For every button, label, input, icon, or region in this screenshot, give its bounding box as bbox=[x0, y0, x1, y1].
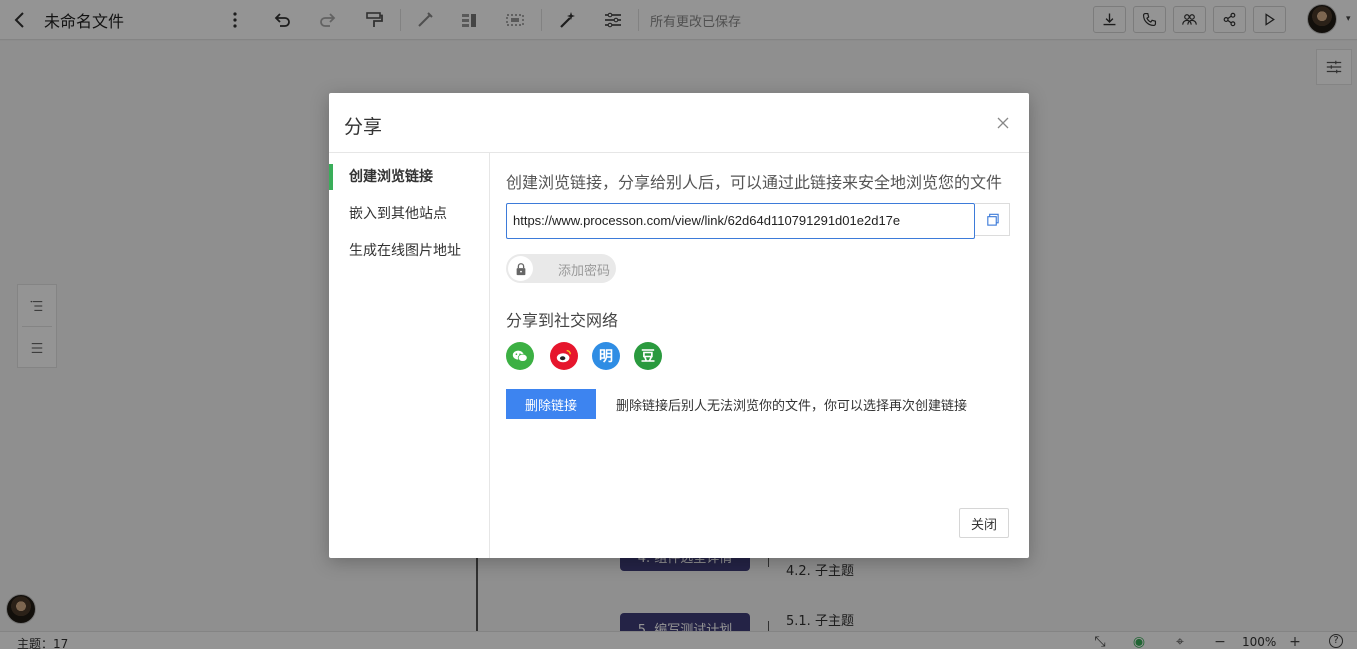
share-link-field[interactable]: https://www.processon.com/view/link/62d6… bbox=[506, 203, 975, 239]
delete-hint-text: 删除链接后别人无法浏览你的文件，你可以选择再次创建链接 bbox=[616, 399, 968, 414]
close-button[interactable]: 关闭 bbox=[959, 508, 1009, 538]
dialog-title: 分享 bbox=[344, 116, 383, 138]
wechat-icon[interactable] bbox=[506, 342, 534, 370]
douban-icon[interactable]: 豆 bbox=[634, 342, 662, 370]
password-label: 添加密码 bbox=[558, 264, 611, 279]
intro-text: 创建浏览链接，分享给别人后，可以通过此链接来安全地浏览您的文件 bbox=[506, 173, 1003, 192]
dialog-body: 创建浏览链接，分享给别人后，可以通过此链接来安全地浏览您的文件 https://… bbox=[506, 153, 1011, 558]
close-icon[interactable] bbox=[995, 115, 1011, 131]
delete-link-button[interactable]: 删除链接 bbox=[506, 389, 596, 419]
ming-icon[interactable]: 明 bbox=[592, 342, 620, 370]
social-section-title: 分享到社交网络 bbox=[506, 311, 619, 330]
sidebar-item-create-link[interactable]: 创建浏览链接 bbox=[329, 164, 489, 190]
sidebar-item-embed[interactable]: 嵌入到其他站点 bbox=[329, 201, 489, 227]
weibo-icon[interactable] bbox=[550, 342, 578, 370]
sidebar-item-image-url[interactable]: 生成在线图片地址 bbox=[329, 238, 489, 264]
share-dialog: 分享 创建浏览链接 嵌入到其他站点 生成在线图片地址 创建浏览链接，分享给别人后… bbox=[329, 93, 1029, 558]
password-toggle[interactable]: 添加密码 bbox=[506, 254, 616, 283]
copy-icon[interactable] bbox=[975, 203, 1010, 236]
lock-icon bbox=[508, 256, 533, 281]
dialog-sidebar: 创建浏览链接 嵌入到其他站点 生成在线图片地址 bbox=[329, 153, 490, 558]
dialog-header: 分享 bbox=[329, 93, 1029, 153]
